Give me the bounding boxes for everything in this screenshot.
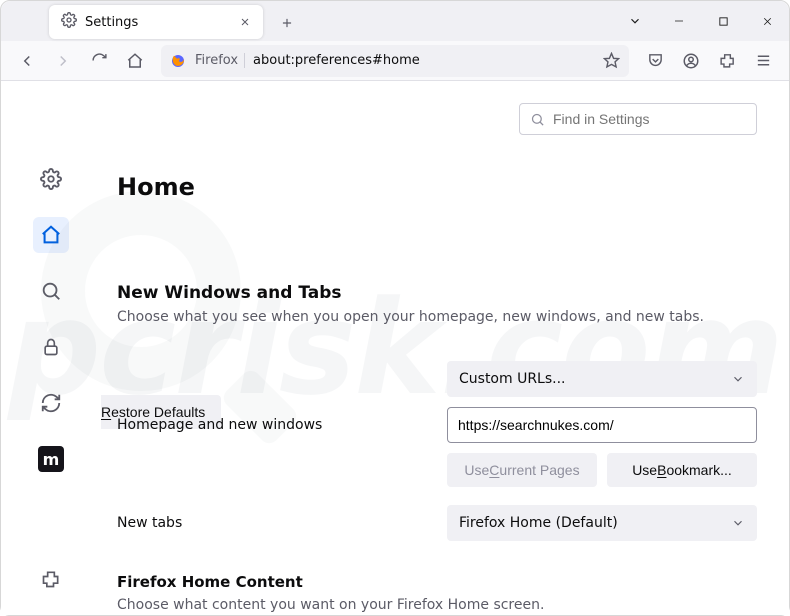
find-in-settings[interactable]	[519, 103, 757, 135]
url-text: about:preferences#home	[253, 53, 593, 68]
section-new-windows-desc: Choose what you see when you open your h…	[117, 309, 757, 325]
list-tabs-button[interactable]	[613, 1, 657, 41]
find-input[interactable]	[553, 111, 746, 127]
newtabs-value: Firefox Home (Default)	[459, 515, 618, 531]
minimize-button[interactable]	[657, 1, 701, 41]
section-home-content-title: Firefox Home Content	[117, 573, 757, 591]
newtabs-label: New tabs	[117, 515, 437, 531]
sidebar-search[interactable]	[33, 273, 69, 309]
pocket-button[interactable]	[639, 45, 671, 77]
tabs-strip: Settings	[1, 1, 613, 41]
bookmark-star-icon[interactable]	[601, 52, 621, 69]
sidebar-home[interactable]	[33, 217, 69, 253]
home-button[interactable]	[119, 45, 151, 77]
homepage-mode-select[interactable]: Custom URLs...	[447, 361, 757, 397]
nav-toolbar: Firefox about:preferences#home	[1, 41, 789, 81]
account-button[interactable]	[675, 45, 707, 77]
close-icon[interactable]	[237, 14, 253, 30]
sidebar-sync[interactable]	[33, 385, 69, 421]
section-home-content-desc: Choose what content you want on your Fir…	[117, 597, 757, 613]
use-bookmark-button[interactable]: Use Bookmark...	[607, 453, 757, 487]
tab-title: Settings	[85, 15, 138, 30]
identity-label: Firefox	[195, 53, 245, 68]
titlebar: Settings	[1, 1, 789, 41]
back-button[interactable]	[11, 45, 43, 77]
firefox-logo-icon	[169, 52, 187, 70]
gear-icon	[61, 12, 77, 32]
sidebar-extensions[interactable]	[33, 561, 69, 597]
window-controls	[613, 1, 789, 41]
chevron-down-icon	[731, 372, 745, 386]
sidebar-privacy[interactable]	[33, 329, 69, 365]
newtabs-select[interactable]: Firefox Home (Default)	[447, 505, 757, 541]
new-tab-button[interactable]	[273, 9, 301, 37]
prefs-main: Home Restore Defaults New Windows and Ta…	[101, 81, 789, 615]
mozilla-icon: m	[38, 446, 64, 472]
sidebar-general[interactable]	[33, 161, 69, 197]
maximize-button[interactable]	[701, 1, 745, 41]
use-current-pages-button[interactable]: Use Current Pages	[447, 453, 597, 487]
tab-settings[interactable]: Settings	[49, 5, 263, 39]
homepage-label: Homepage and new windows	[117, 417, 437, 433]
homepage-url-input[interactable]	[447, 407, 757, 443]
page-title: Home	[117, 173, 757, 201]
close-window-button[interactable]	[745, 1, 789, 41]
homepage-mode-value: Custom URLs...	[459, 371, 566, 387]
search-icon	[530, 112, 545, 127]
section-new-windows-title: New Windows and Tabs	[117, 283, 757, 303]
content-area: pcrisk.com m Hom	[1, 81, 789, 615]
url-bar[interactable]: Firefox about:preferences#home	[161, 45, 629, 77]
sidebar-more-mozilla[interactable]: m	[33, 441, 69, 477]
reload-button[interactable]	[83, 45, 115, 77]
app-menu-button[interactable]	[747, 45, 779, 77]
forward-button[interactable]	[47, 45, 79, 77]
prefs-sidebar: m	[1, 81, 101, 615]
extensions-button[interactable]	[711, 45, 743, 77]
chevron-down-icon	[731, 516, 745, 530]
